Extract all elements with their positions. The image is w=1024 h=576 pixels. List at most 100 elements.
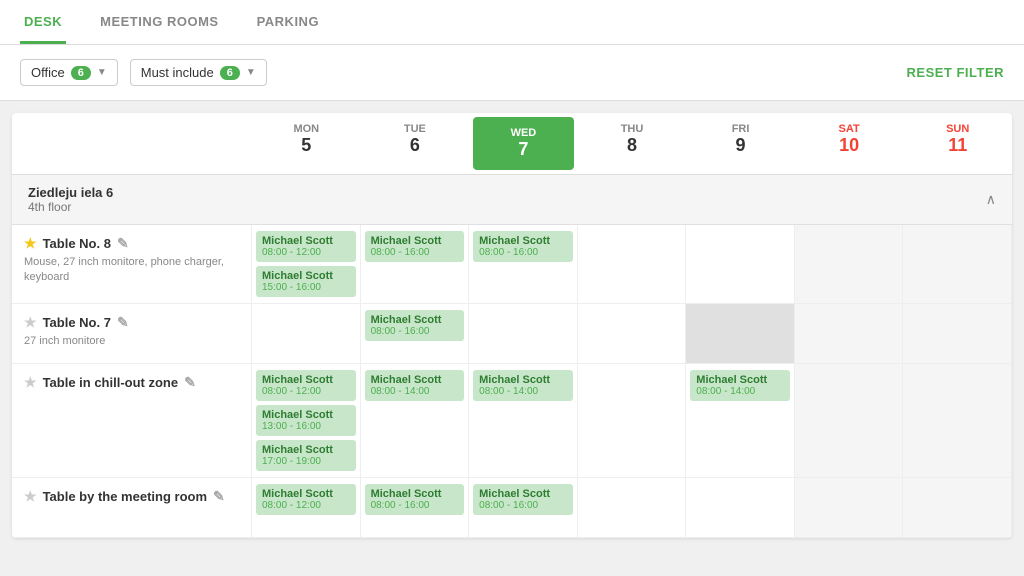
star-icon-empty[interactable]: ★ [24,488,37,505]
section-title: Ziedleju iela 6 [28,185,113,200]
day-num-wed: 7 [481,139,566,160]
day-name-sun: SUN [911,123,1004,135]
section-info: Ziedleju iela 6 4th floor [28,185,113,214]
reset-filter-button[interactable]: RESET FILTER [907,65,1004,80]
table-7-sun [903,304,1012,363]
table-meeting-sun [903,478,1012,537]
booking[interactable]: Michael Scott 08:00 - 16:00 [473,231,573,262]
booking[interactable]: Michael Scott 08:00 - 16:00 [365,310,465,341]
booking-time: 08:00 - 16:00 [479,500,567,511]
table-meeting-sat [795,478,904,537]
booking[interactable]: Michael Scott 08:00 - 12:00 [256,370,356,401]
booking[interactable]: Michael Scott 13:00 - 16:00 [256,405,356,436]
table-meeting-tue: Michael Scott 08:00 - 16:00 [361,478,470,537]
star-icon-empty[interactable]: ★ [24,374,37,391]
booking-name: Michael Scott [262,374,350,386]
booking[interactable]: Michael Scott 08:00 - 14:00 [690,370,790,401]
booking[interactable]: Michael Scott 08:00 - 14:00 [473,370,573,401]
booking-name: Michael Scott [371,374,459,386]
table-row: ★ Table No. 8 ✎ Mouse, 27 inch monitore,… [12,225,1012,304]
table-8-thu [578,225,687,303]
must-include-filter-badge: 6 [220,66,240,80]
table-8-sat [795,225,904,303]
edit-icon[interactable]: ✎ [117,314,129,331]
booking-time: 17:00 - 19:00 [262,456,350,467]
booking[interactable]: Michael Scott 08:00 - 16:00 [365,231,465,262]
day-num-tue: 6 [369,135,462,156]
office-filter-button[interactable]: Office 6 ▼ [20,59,118,86]
tab-desk[interactable]: DESK [20,0,66,44]
table-7-wed [469,304,578,363]
must-include-filter-label: Must include [141,65,214,80]
office-filter-arrow: ▼ [97,67,107,78]
collapse-button[interactable]: ∧ [986,191,996,208]
star-icon-filled[interactable]: ★ [24,235,37,252]
edit-icon[interactable]: ✎ [184,374,196,391]
edit-icon[interactable]: ✎ [213,488,225,505]
edit-icon[interactable]: ✎ [117,235,129,252]
day-header-fri: FRI 9 [686,113,795,174]
booking-name: Michael Scott [262,488,350,500]
booking-time: 08:00 - 16:00 [371,326,459,337]
day-header-sat: SAT 10 [795,113,904,174]
filter-bar: Office 6 ▼ Must include 6 ▼ RESET FILTER [0,45,1024,101]
booking[interactable]: Michael Scott 08:00 - 14:00 [365,370,465,401]
day-headers-row: MON 5 TUE 6 WED 7 THU 8 FRI 9 SAT 10 SUN… [12,113,1012,175]
table-meeting-name: ★ Table by the meeting room ✎ [24,488,239,505]
day-num-fri: 9 [694,135,787,156]
day-name-wed: WED [481,127,566,139]
table-chill-wed: Michael Scott 08:00 - 14:00 [469,364,578,477]
booking-time: 08:00 - 12:00 [262,386,350,397]
booking-name: Michael Scott [262,270,350,282]
table-8-sun [903,225,1012,303]
tab-parking[interactable]: PARKING [253,0,323,44]
booking-name: Michael Scott [371,314,459,326]
booking-time: 08:00 - 12:00 [262,247,350,258]
table-8-mon: Michael Scott 08:00 - 12:00 Michael Scot… [252,225,361,303]
table-chill-sat [795,364,904,477]
day-header-wed: WED 7 [473,117,574,170]
table-chill-label: Table in chill-out zone [43,375,179,390]
day-header-sun: SUN 11 [903,113,1012,174]
day-header-tue: TUE 6 [361,113,470,174]
table-7-info: ★ Table No. 7 ✎ 27 inch monitore [12,304,252,363]
section-floor: 4th floor [28,200,113,214]
booking[interactable]: Michael Scott 17:00 - 19:00 [256,440,356,471]
must-include-filter-button[interactable]: Must include 6 ▼ [130,59,267,86]
booking-name: Michael Scott [262,235,350,247]
day-header-mon: MON 5 [252,113,361,174]
table-8-name: ★ Table No. 8 ✎ [24,235,239,252]
day-header-thu: THU 8 [578,113,687,174]
table-row: ★ Table No. 7 ✎ 27 inch monitore Michael… [12,304,1012,364]
booking-time: 08:00 - 16:00 [371,500,459,511]
table-meeting-wed: Michael Scott 08:00 - 16:00 [469,478,578,537]
booking[interactable]: Michael Scott 08:00 - 12:00 [256,484,356,515]
booking-time: 08:00 - 16:00 [479,247,567,258]
table-8-wed: Michael Scott 08:00 - 16:00 [469,225,578,303]
booking-time: 08:00 - 16:00 [371,247,459,258]
table-7-mon [252,304,361,363]
table-chill-mon: Michael Scott 08:00 - 12:00 Michael Scot… [252,364,361,477]
table-meeting-info: ★ Table by the meeting room ✎ [12,478,252,537]
booking-time: 13:00 - 16:00 [262,421,350,432]
table-8-tue: Michael Scott 08:00 - 16:00 [361,225,470,303]
booking[interactable]: Michael Scott 08:00 - 16:00 [365,484,465,515]
tab-meeting-rooms[interactable]: MEETING ROOMS [96,0,222,44]
office-filter-badge: 6 [71,66,91,80]
section-header: Ziedleju iela 6 4th floor ∧ [12,175,1012,225]
booking-name: Michael Scott [262,409,350,421]
day-name-fri: FRI [694,123,787,135]
table-7-name: ★ Table No. 7 ✎ [24,314,239,331]
day-num-mon: 5 [260,135,353,156]
booking[interactable]: Michael Scott 08:00 - 16:00 [473,484,573,515]
table-8-label: Table No. 8 [43,236,111,251]
table-chill-fri: Michael Scott 08:00 - 14:00 [686,364,795,477]
top-navigation: DESK MEETING ROOMS PARKING [0,0,1024,45]
day-name-mon: MON [260,123,353,135]
booking[interactable]: Michael Scott 08:00 - 12:00 [256,231,356,262]
booking[interactable]: Michael Scott 15:00 - 16:00 [256,266,356,297]
booking-time: 08:00 - 14:00 [696,386,784,397]
table-chill-info: ★ Table in chill-out zone ✎ [12,364,252,477]
table-7-thu [578,304,687,363]
star-icon-empty[interactable]: ★ [24,314,37,331]
